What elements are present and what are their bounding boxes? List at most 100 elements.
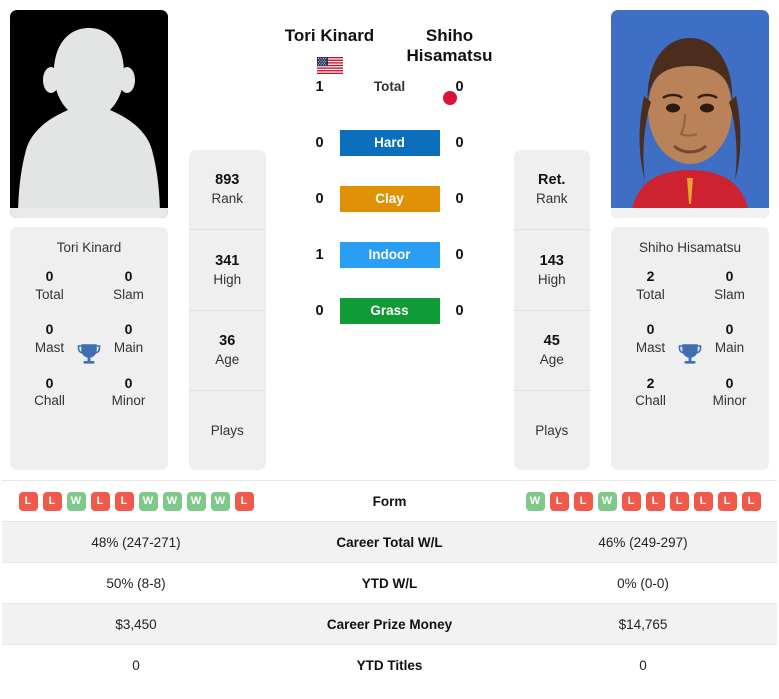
title-stat-value: 0: [45, 374, 54, 391]
left-player-titles-card: Tori Kinard 0 Total 0 Slam 0 Mast 0 Main…: [10, 227, 168, 470]
title-stat-value: 0: [725, 374, 734, 391]
form-badge: L: [18, 491, 38, 511]
form-badge: L: [717, 491, 737, 511]
trophy-icon: [76, 342, 102, 368]
rank-stat-value: 143: [539, 252, 564, 269]
surface-right-score: 0: [455, 134, 464, 151]
rank-stat-value: 341: [215, 252, 240, 269]
title-stat: 0 Slam: [690, 268, 769, 303]
left-player-rank-panel: 893 Rank 341 High 36 Age Plays: [189, 150, 266, 470]
title-stat-value: 0: [725, 321, 734, 338]
title-stat: 0 Slam: [89, 268, 168, 303]
table-row-form: L L W L L W W W W L Form W L L W L L L L: [2, 480, 777, 521]
comparison-stats-table: L L W L L W W W W L Form W L L W L L L L: [0, 480, 779, 699]
surface-badge-hard[interactable]: Hard: [339, 129, 440, 156]
surface-right-score: 0: [455, 190, 464, 207]
form-badge: W: [597, 491, 617, 511]
rank-stat-value: 36: [219, 332, 236, 349]
form-badge: L: [114, 491, 134, 511]
table-row-label: Form: [372, 493, 407, 509]
form-badge: L: [90, 491, 110, 511]
title-stat-label: Slam: [113, 287, 144, 303]
rank-stat-value: Ret.: [538, 172, 566, 189]
rank-stat: Plays: [189, 391, 266, 470]
title-stat: 0 Chall: [10, 375, 89, 410]
title-stat-label: Slam: [714, 287, 745, 303]
form-badge: L: [42, 491, 62, 511]
title-stat: 2 Chall: [611, 375, 690, 410]
rank-stat: 143 High: [513, 230, 590, 311]
surface-badge-total: Total: [373, 79, 406, 95]
rank-stat-label: Plays: [535, 422, 569, 438]
surface-right-score: 0: [455, 78, 464, 95]
title-stat-label: Total: [35, 287, 64, 303]
form-badge: W: [162, 491, 182, 511]
left-player-name: Tori Kinard: [284, 26, 375, 45]
title-stat-label: Total: [636, 287, 665, 303]
rank-stat-label: High: [537, 271, 566, 287]
right-value: 0: [639, 657, 647, 673]
table-row: 50% (8-8) YTD W/L 0% (0-0): [2, 562, 777, 603]
surface-badge-grass[interactable]: Grass: [339, 297, 440, 324]
form-badge: L: [741, 491, 761, 511]
title-stat: 0 Minor: [89, 375, 168, 410]
form-badge: L: [573, 491, 593, 511]
form-badge: L: [669, 491, 689, 511]
left-value: $3,450: [115, 616, 157, 632]
form-badge: W: [138, 491, 158, 511]
form-badge: W: [66, 491, 86, 511]
form-badge: L: [234, 491, 254, 511]
surface-comparison-column: Tori Kinard Shiho Hisamatsu 1 Total 0 0 …: [266, 10, 514, 480]
title-stat-label: Chall: [635, 393, 666, 409]
right-value: 46% (249-297): [598, 534, 688, 550]
title-stat-value: 0: [124, 268, 133, 285]
surface-row: 1 Indoor 0: [300, 227, 480, 283]
right-titles-grid: 2 Total 0 Slam 0 Mast 0 Main 2 Chall 0 M…: [611, 268, 769, 470]
rank-stat: 36 Age: [189, 311, 266, 391]
table-row-label: YTD Titles: [356, 657, 423, 673]
rank-stat: 45 Age: [513, 311, 590, 391]
right-player-rank-panel: Ret. Rank 143 High 45 Age Plays: [513, 150, 591, 470]
table-row-label: Career Prize Money: [326, 616, 453, 632]
rank-stat-label: Age: [215, 351, 240, 367]
surface-badge-indoor[interactable]: Indoor: [339, 241, 440, 268]
title-stat-value: 0: [45, 321, 54, 338]
rank-stat-value: 45: [543, 332, 560, 349]
title-stat-value: 0: [646, 321, 655, 338]
rank-stat: Plays: [514, 391, 591, 470]
table-row: 48% (247-271) Career Total W/L 46% (249-…: [2, 521, 777, 562]
form-badge: L: [621, 491, 641, 511]
surface-left-score: 0: [315, 302, 324, 319]
right-card-player-name: Shiho Hisamatsu: [638, 240, 742, 255]
left-player-column: Tori Kinard 0 Total 0 Slam 0 Mast 0 Main…: [10, 10, 168, 480]
rank-stat-label: Plays: [210, 422, 244, 438]
left-value: 0: [132, 657, 140, 673]
title-stat: 0 Total: [10, 268, 89, 303]
right-value: $14,765: [618, 616, 668, 632]
surface-row: 0 Clay 0: [300, 171, 480, 227]
title-stat-value: 2: [646, 268, 655, 285]
player-comparison-top: Tori Kinard 0 Total 0 Slam 0 Mast 0 Main…: [0, 0, 779, 480]
left-player-photo[interactable]: [10, 10, 168, 218]
right-player-titles-card: Shiho Hisamatsu 2 Total 0 Slam 0 Mast 0 …: [611, 227, 769, 470]
table-row-label: YTD W/L: [361, 575, 418, 591]
surface-right-score: 0: [455, 302, 464, 319]
surface-badge-clay[interactable]: Clay: [339, 185, 440, 212]
rank-stat-label: Age: [539, 351, 564, 367]
surface-left-score: 0: [315, 134, 324, 151]
surface-row: 0 Hard 0: [300, 115, 480, 171]
title-stat-value: 0: [124, 374, 133, 391]
right-value: 0% (0-0): [617, 575, 669, 591]
table-row-label: Career Total W/L: [336, 534, 443, 550]
title-stat-value: 0: [45, 268, 54, 285]
left-form-badges: L L W L L W W W W L: [2, 491, 270, 511]
form-badge: L: [549, 491, 569, 511]
table-row: 0 YTD Titles 0: [2, 644, 777, 685]
left-value: 48% (247-271): [91, 534, 181, 550]
rank-stat: Ret. Rank: [513, 150, 590, 231]
title-stat-label: Minor: [712, 393, 747, 409]
right-player-photo[interactable]: [611, 10, 769, 218]
table-row: $3,450 Career Prize Money $14,765: [2, 603, 777, 644]
rank-stat-label: Rank: [535, 191, 568, 207]
title-stat: 0 Minor: [690, 375, 769, 410]
